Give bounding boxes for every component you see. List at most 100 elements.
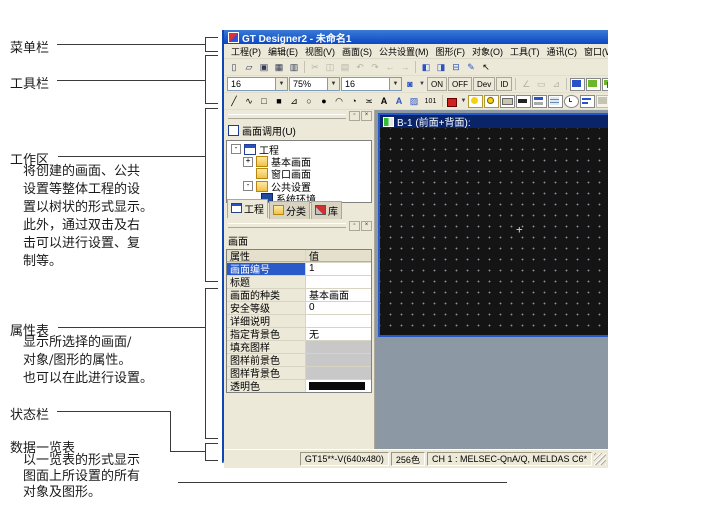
cut-icon[interactable]: ✂ — [308, 61, 322, 74]
panel-close-icon[interactable]: × — [361, 111, 372, 121]
forward-icon[interactable]: → — [398, 61, 412, 74]
menu-window[interactable]: 窗口(W) — [582, 45, 608, 58]
menu-object[interactable]: 对象(O) — [470, 45, 505, 58]
property-panel-header[interactable]: ▫ × — [224, 220, 374, 231]
copy-icon[interactable]: ◫ — [323, 61, 337, 74]
draw-pen-icon[interactable]: ✎ — [464, 61, 478, 74]
zoom-combo[interactable]: 75% ▼ — [289, 77, 340, 91]
line-tool-icon[interactable]: ╱ — [227, 95, 241, 108]
expand-toggle[interactable]: + — [243, 157, 253, 167]
scale-tool-icon[interactable]: ≍ — [362, 95, 376, 108]
fill-color-icon[interactable]: ◙ — [403, 78, 417, 91]
property-row-pattern-foreground[interactable]: 图样前景色 — [227, 354, 371, 367]
edit-vertex-icon[interactable]: ∠ — [519, 78, 533, 91]
arc-tool-icon[interactable]: ◠ — [332, 95, 346, 108]
chevron-down-icon[interactable]: ▼ — [389, 78, 401, 90]
property-row-security-level[interactable]: 安全等级 0 — [227, 302, 371, 315]
property-row-screen-type[interactable]: 画面的种类 基本画面 — [227, 289, 371, 302]
tab-library[interactable]: 库 — [311, 201, 342, 219]
parts-display-tool-icon[interactable] — [596, 95, 608, 108]
circle-tool-icon[interactable]: ○ — [302, 95, 316, 108]
panel-gripper[interactable] — [228, 114, 346, 119]
logo-text-tool-icon[interactable]: A — [392, 95, 406, 108]
new-icon[interactable]: ▯ — [227, 61, 241, 74]
property-row-pattern-background[interactable]: 图样背景色 — [227, 367, 371, 380]
chevron-down-icon[interactable]: ▼ — [327, 78, 339, 90]
save-as-icon[interactable]: ▦ — [272, 61, 286, 74]
device-button[interactable]: Dev — [473, 77, 495, 91]
window-screen-icon[interactable] — [586, 78, 601, 91]
resize-grip[interactable] — [594, 453, 606, 465]
chevron-down-icon[interactable]: ▼ — [418, 78, 426, 91]
property-row-detail-description[interactable]: 详细说明 — [227, 315, 371, 328]
expand-toggle[interactable]: - — [243, 181, 253, 191]
save-icon[interactable]: ▣ — [257, 61, 271, 74]
lamp-tool-icon[interactable] — [468, 95, 483, 108]
rect-tool-icon[interactable]: □ — [257, 95, 271, 108]
open-icon[interactable]: ▱ — [242, 61, 256, 74]
menu-comm[interactable]: 通讯(C) — [545, 45, 580, 58]
filled-rect-tool-icon[interactable]: ■ — [272, 95, 286, 108]
window-title-bar[interactable]: GT Designer2 - 未命名1 — [224, 30, 608, 44]
screen-preview-icon[interactable]: ◨ — [434, 61, 448, 74]
menu-figure[interactable]: 图形(F) — [434, 45, 468, 58]
property-row-transparent-color[interactable]: 透明色 — [227, 380, 371, 392]
ascii-display-tool-icon[interactable] — [532, 95, 547, 108]
panel-close-icon[interactable]: × — [361, 221, 372, 231]
chevron-down-icon[interactable]: ▼ — [275, 78, 287, 90]
menu-tools[interactable]: 工具(T) — [508, 45, 542, 58]
menu-edit[interactable]: 编辑(E) — [266, 45, 300, 58]
redo-icon[interactable]: ↷ — [368, 61, 382, 74]
paste-icon[interactable]: ▤ — [338, 61, 352, 74]
property-row-background-color[interactable]: 指定背景色 无 — [227, 328, 371, 341]
off-state-button[interactable]: OFF — [448, 77, 472, 91]
property-row-fill-pattern[interactable]: 填充图样 — [227, 341, 371, 354]
dxf-tool-icon[interactable]: 101 — [422, 95, 439, 108]
screen-editor-title-bar[interactable]: B-1 (前面+背面): — [380, 115, 608, 128]
menu-project[interactable]: 工程(P) — [229, 45, 263, 58]
select-cursor-icon[interactable]: ↖ — [479, 61, 493, 74]
workspace-panel-header[interactable]: ▫ × — [224, 110, 374, 121]
rotate-icon[interactable]: ⊿ — [549, 78, 563, 91]
transparent-color-swatch[interactable] — [309, 382, 365, 390]
polyline-tool-icon[interactable]: ∿ — [242, 95, 256, 108]
group-icon[interactable]: ▭ — [534, 78, 548, 91]
panel-pin-icon[interactable]: ▫ — [349, 111, 360, 121]
expand-toggle[interactable]: - — [231, 144, 241, 154]
print-icon[interactable]: ▥ — [287, 61, 301, 74]
menu-view[interactable]: 视图(V) — [303, 45, 337, 58]
polygon-tool-icon[interactable]: ⊿ — [287, 95, 301, 108]
tab-project[interactable]: 工程 — [227, 199, 268, 218]
panel-gripper[interactable] — [228, 223, 346, 228]
screen-call-checkbox[interactable] — [228, 125, 239, 136]
font-size-combo[interactable]: 16 ▼ — [227, 77, 288, 91]
on-state-button[interactable]: ON — [427, 77, 447, 91]
back-icon[interactable]: ← — [383, 61, 397, 74]
tab-category[interactable]: 分类 — [269, 201, 310, 219]
lamp-area-tool-icon[interactable] — [484, 95, 499, 108]
color-palette-icon[interactable] — [446, 96, 459, 107]
numerical-display-tool-icon[interactable] — [516, 95, 531, 108]
screen-image-list-icon[interactable]: ◧ — [419, 61, 433, 74]
clock-display-tool-icon[interactable] — [564, 95, 579, 108]
filled-circle-tool-icon[interactable]: ● — [317, 95, 331, 108]
menu-common[interactable]: 公共设置(M) — [377, 45, 431, 58]
grid-combo[interactable]: 16 ▼ — [341, 77, 402, 91]
data-list-tool-icon[interactable] — [548, 95, 563, 108]
text-tool-icon[interactable]: A — [377, 95, 391, 108]
sector-tool-icon[interactable]: ◔ — [347, 95, 361, 108]
touch-switch-tool-icon[interactable] — [500, 95, 515, 108]
panel-pin-icon[interactable]: ▫ — [349, 221, 360, 231]
base-screen-icon[interactable] — [570, 78, 585, 91]
property-row-title[interactable]: 标题 — [227, 276, 371, 289]
undo-icon[interactable]: ↶ — [353, 61, 367, 74]
overlap-icon[interactable]: ⊟ — [449, 61, 463, 74]
report-screen-icon[interactable] — [602, 78, 608, 91]
drawing-canvas[interactable]: + — [380, 128, 608, 335]
property-row-screen-number[interactable]: 画面编号 1 — [227, 263, 371, 276]
chevron-down-icon[interactable]: ▼ — [460, 95, 467, 108]
comment-display-tool-icon[interactable] — [580, 95, 595, 108]
import-image-tool-icon[interactable]: ▨ — [407, 95, 421, 108]
menu-screen[interactable]: 画面(S) — [340, 45, 374, 58]
id-button[interactable]: ID — [496, 77, 512, 91]
